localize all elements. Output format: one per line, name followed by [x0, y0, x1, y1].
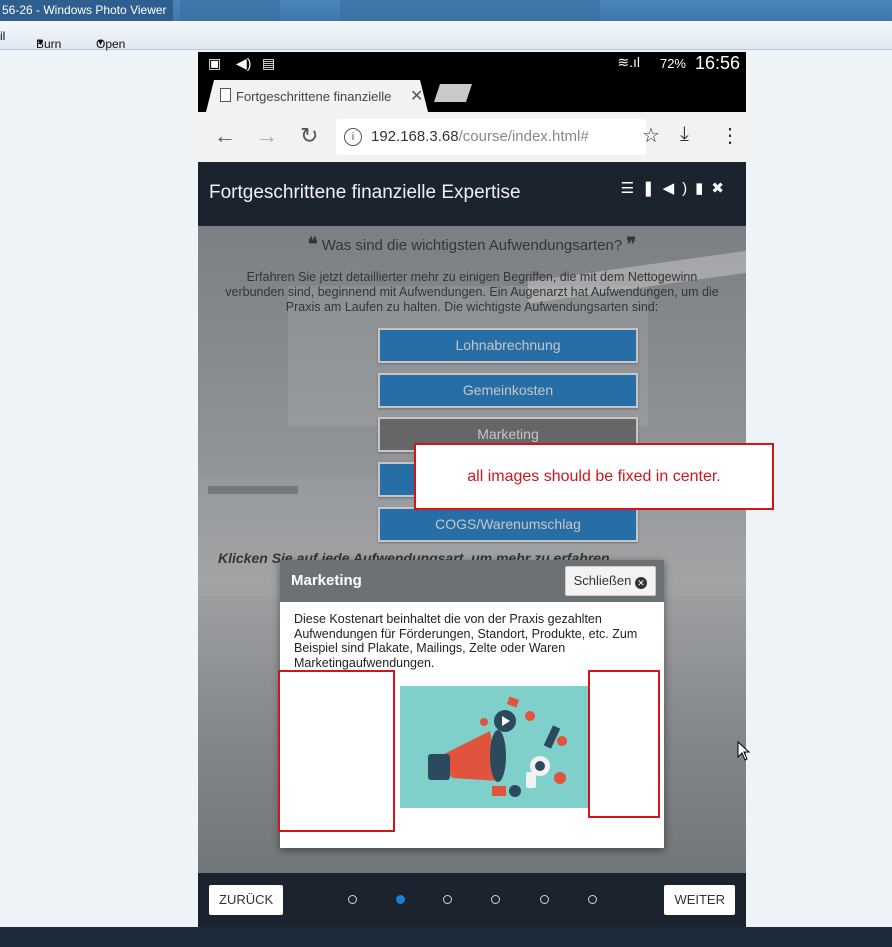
page-dot[interactable] — [540, 895, 549, 904]
more-menu-icon[interactable]: ⋮ — [720, 123, 740, 148]
volume-icon: ◀) — [236, 55, 252, 71]
course-header: Fortgeschrittene finanzielle Expertise ☰… — [198, 162, 746, 226]
bookmark-icon[interactable]: ❚ — [642, 180, 663, 197]
marketing-modal: Marketing Schließen ✕ Diese Kostenart be… — [278, 560, 664, 848]
slide-content: ❝ Was sind die wichtigsten Aufwendungsar… — [198, 226, 746, 873]
close-circle-icon: ✕ — [635, 577, 647, 589]
modal-title: Marketing — [291, 572, 362, 589]
browser-tab[interactable]: Fortgeschrittene finanzielle ✕ — [206, 80, 428, 112]
window-title: 56-26 - Windows Photo Viewer — [0, 0, 173, 21]
signal-icon: ≋.ıl — [617, 54, 640, 70]
annotation-box-right — [588, 670, 660, 818]
download-icon[interactable]: ⤓ — [680, 123, 689, 146]
chevron-down-icon: ▼ — [36, 37, 45, 47]
address-text: 192.168.3.68/course/index.html# — [371, 128, 589, 145]
course-footer: ZURÜCK WEITER — [198, 873, 746, 927]
url-bar: ← → ↻ i 192.168.3.68/course/index.html# … — [198, 112, 746, 162]
close-icon[interactable]: ✖ — [711, 180, 732, 197]
menu-bar: il Burn ▼ Open ▼ — [0, 21, 892, 51]
browser-tab-strip: Fortgeschrittene finanzielle ✕ — [198, 76, 746, 112]
blurred-title-area — [180, 0, 280, 21]
taskbar — [0, 927, 892, 947]
course-app: Fortgeschrittene finanzielle Expertise ☰… — [198, 162, 746, 927]
gallery-icon: ▣ — [208, 55, 222, 71]
page-dot[interactable] — [491, 895, 500, 904]
close-tab-icon[interactable]: ✕ — [410, 86, 423, 106]
course-title: Fortgeschrittene finanzielle Expertise — [209, 182, 521, 203]
book-icon[interactable]: ▮ — [695, 180, 711, 197]
back-button[interactable]: ZURÜCK — [209, 885, 284, 915]
url-host: 192.168.3.68 — [371, 128, 459, 145]
info-icon[interactable]: i — [344, 128, 362, 146]
tab-title: Fortgeschrittene finanzielle — [236, 89, 392, 104]
marketing-megaphone-illustration — [400, 686, 590, 808]
next-button[interactable]: WEITER — [664, 885, 735, 915]
blurred-title-area — [340, 0, 600, 21]
annotation-note: all images should be fixed in center. — [414, 443, 774, 510]
megaphone-icon — [400, 686, 590, 808]
address-field[interactable]: i 192.168.3.68/course/index.html# — [336, 119, 646, 155]
clock: 16:56 — [694, 53, 740, 73]
mouse-cursor-icon — [737, 741, 751, 761]
close-button-label: Schließen — [573, 573, 632, 588]
page-icon — [220, 88, 231, 102]
window-title-bar: 56-26 - Windows Photo Viewer — [0, 0, 892, 21]
status-bar: ▣ ◀) ▤ ≋.ıl 72% 16:56 — [198, 52, 746, 76]
close-button[interactable]: Schließen ✕ — [564, 566, 656, 596]
star-icon[interactable]: ☆ — [642, 123, 660, 148]
reload-icon[interactable]: ↻ — [300, 123, 318, 149]
chevron-down-icon: ▼ — [96, 37, 105, 47]
list-icon[interactable]: ☰ — [621, 180, 642, 197]
modal-body-text: Diese Kostenart beinhaltet die von der P… — [294, 612, 638, 670]
forward-arrow-icon[interactable]: → — [256, 123, 278, 149]
new-tab-button[interactable] — [434, 84, 472, 102]
page-dot[interactable] — [443, 895, 452, 904]
menu-item-file[interactable]: il — [0, 29, 5, 43]
back-arrow-icon[interactable]: ← — [214, 123, 236, 149]
modal-header: Marketing Schließen ✕ — [280, 560, 664, 602]
annotation-box-left — [278, 670, 395, 832]
audio-icon[interactable]: ◀) — [663, 180, 696, 197]
battery-level: 72% — [659, 56, 686, 71]
page-dot[interactable] — [348, 895, 357, 904]
no-sim-icon: ▤ — [262, 55, 276, 71]
url-path: /course/index.html# — [458, 128, 589, 145]
page-dot-active[interactable] — [396, 895, 405, 904]
header-toolbar: ☰❚◀)▮✖ — [621, 179, 732, 197]
page-dot[interactable] — [588, 895, 597, 904]
